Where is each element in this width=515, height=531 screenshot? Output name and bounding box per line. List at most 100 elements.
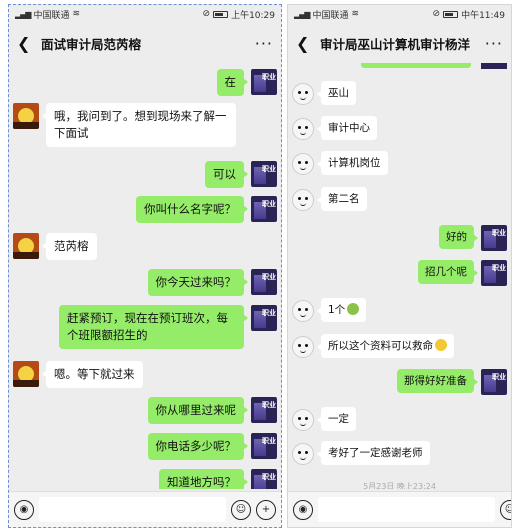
message-bubble[interactable]: 计算机岗位 <box>317 151 388 175</box>
partial-message-bubble <box>361 63 471 68</box>
message-row: 招几个呢 <box>288 260 511 286</box>
avatar[interactable] <box>251 161 277 187</box>
message-bubble[interactable]: 一定 <box>317 407 356 431</box>
message-bubble[interactable]: 哦，我问到了。想到现场来了解一下面试 <box>42 103 236 147</box>
chat-title: 面试审计局范芮榕 <box>41 36 142 52</box>
message-bubble[interactable]: 你叫什么名字呢？ <box>136 196 248 223</box>
message-bubble[interactable]: 审计中心 <box>317 116 377 140</box>
avatar[interactable] <box>292 83 314 105</box>
carrier-label: 中国联通 <box>312 10 349 21</box>
battery-icon <box>213 10 229 18</box>
avatar[interactable] <box>292 153 314 175</box>
voice-icon[interactable]: ◉ <box>14 499 34 520</box>
message-bubble[interactable]: 招几个呢 <box>418 260 478 284</box>
message-text: 1个 <box>328 304 346 316</box>
message-bubble[interactable]: 嗯。等下就过来 <box>42 361 143 388</box>
avatar[interactable] <box>292 336 314 358</box>
avatar[interactable] <box>251 397 277 423</box>
status-bar: ▂▄▆ 中国联通 ≋ ⊘ 上午10:29 <box>9 5 281 23</box>
plus-icon[interactable]: + <box>256 499 276 520</box>
mute-icon: ⊘ <box>202 9 211 19</box>
mute-icon: ⊘ <box>432 9 441 19</box>
message-bubble[interactable]: 好的 <box>439 225 478 249</box>
message-bubble[interactable]: 第二名 <box>317 187 367 211</box>
avatar[interactable] <box>13 361 39 387</box>
carrier-label: 中国联通 <box>33 10 70 21</box>
avatar[interactable] <box>292 300 314 322</box>
avatar[interactable] <box>251 69 277 95</box>
avatar[interactable] <box>481 369 507 395</box>
battery-icon <box>443 10 459 18</box>
message-bubble[interactable]: 所以这个资料可以救命 <box>317 334 454 358</box>
message-row: 巫山 <box>288 81 511 105</box>
message-bubble[interactable]: 你今天过来吗？ <box>147 269 248 296</box>
avatar[interactable] <box>292 118 314 140</box>
avatar[interactable] <box>292 189 314 211</box>
message-bubble[interactable]: 可以 <box>205 161 248 188</box>
emoji-icon[interactable]: ☺ <box>231 499 251 520</box>
chat-header: ❮ 审计局巫山计算机审计杨洋 ··· <box>288 27 511 59</box>
message-timestamp: 5月23日 晚上23:24 <box>363 482 436 489</box>
avatar[interactable] <box>251 433 277 459</box>
avatar[interactable] <box>251 269 277 295</box>
message-bubble[interactable]: 你电话多少呢？ <box>147 433 248 460</box>
partial-avatar <box>481 63 507 69</box>
message-row: 赶紧预订，现在在预订班次，每个班限额招生的 <box>9 305 281 349</box>
chevron-left-icon[interactable]: ❮ <box>17 34 35 53</box>
avatar[interactable] <box>481 260 507 286</box>
message-bubble[interactable]: 知道地方吗？ <box>159 469 248 489</box>
message-list[interactable]: 在 哦，我问到了。想到现场来了解一下面试 可以 你叫什么名字呢？ 范芮榕 你今天… <box>9 63 281 489</box>
message-bubble[interactable]: 考好了一定感谢老师 <box>317 441 430 465</box>
message-row: 可以 <box>9 161 281 188</box>
message-bubble[interactable]: 范芮榕 <box>42 233 97 260</box>
emoji-icon[interactable]: ☺ <box>500 499 511 520</box>
chat-window-left: ▂▄▆ 中国联通 ≋ ⊘ 上午10:29 ❮ 面试审计局范芮榕 ··· 在 哦，… <box>8 4 282 528</box>
message-row: 考好了一定感谢老师 <box>288 441 511 465</box>
message-row: 计算机岗位 <box>288 151 511 175</box>
avatar[interactable] <box>292 443 314 465</box>
message-row: 你叫什么名字呢？ <box>9 196 281 223</box>
avatar[interactable] <box>13 103 39 129</box>
message-row: 你电话多少呢？ <box>9 433 281 460</box>
message-row: 一定 <box>288 407 511 431</box>
voice-icon[interactable]: ◉ <box>293 499 313 520</box>
chevron-left-icon[interactable]: ❮ <box>296 34 314 53</box>
message-row: 嗯。等下就过来 <box>9 361 281 388</box>
message-bubble[interactable]: 你从哪里过来呢 <box>147 397 248 424</box>
avatar[interactable] <box>251 305 277 331</box>
message-input[interactable] <box>318 497 495 522</box>
more-dots-icon[interactable]: ··· <box>485 34 503 53</box>
clock-label: 上午10:29 <box>231 10 275 21</box>
message-row: 在 <box>9 69 281 96</box>
avatar[interactable] <box>251 469 277 489</box>
message-row: 第二名 <box>288 187 511 211</box>
message-input[interactable] <box>39 497 226 522</box>
avatar[interactable] <box>481 225 507 251</box>
chat-window-right: ▂▄▆ 中国联通 ≋ ⊘ 中午11:49 ❮ 审计局巫山计算机审计杨洋 ··· … <box>287 4 512 528</box>
chat-title: 审计局巫山计算机审计杨洋 <box>320 36 471 52</box>
message-bubble[interactable]: 1个 <box>316 298 367 322</box>
message-row: 知道地方吗？ <box>9 469 281 489</box>
more-dots-icon[interactable]: ··· <box>255 34 273 53</box>
wifi-icon: ≋ <box>72 9 81 19</box>
input-bar: ◉ ☺ + <box>9 491 281 527</box>
signal-icon: ▂▄▆ <box>294 9 311 19</box>
message-bubble[interactable]: 赶紧预订，现在在预订班次，每个班限额招生的 <box>59 305 248 349</box>
message-row: 你从哪里过来呢 <box>9 397 281 424</box>
avatar[interactable] <box>251 196 277 222</box>
message-bubble[interactable]: 那得好好准备 <box>397 369 478 393</box>
avatar[interactable] <box>292 409 314 431</box>
message-row: 所以这个资料可以救命 <box>288 334 511 358</box>
message-row: 审计中心 <box>288 116 511 140</box>
message-text: 所以这个资料可以救命 <box>328 340 433 352</box>
message-row: 好的 <box>288 225 511 251</box>
cheer-emoji-icon <box>347 303 360 315</box>
wifi-icon: ≋ <box>351 9 360 19</box>
message-bubble[interactable]: 在 <box>216 69 248 96</box>
message-row: 哦，我问到了。想到现场来了解一下面试 <box>9 103 281 147</box>
avatar[interactable] <box>13 233 39 259</box>
message-list[interactable]: 巫山 审计中心 计算机岗位 第二名 好的 招几个呢 1个 所以这个资料可以救命 <box>288 63 511 489</box>
message-bubble[interactable]: 巫山 <box>317 81 356 105</box>
clock-label: 中午11:49 <box>461 10 505 21</box>
signal-icon: ▂▄▆ <box>15 9 32 19</box>
